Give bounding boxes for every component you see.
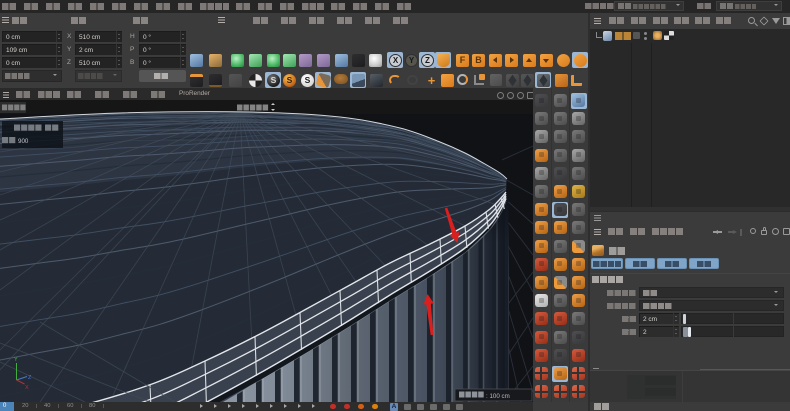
svg-text:X: X [25, 385, 29, 391]
svg-text:Y: Y [14, 357, 18, 363]
svg-text:: 100 cm: : 100 cm [486, 393, 510, 400]
svg-text:900: 900 [18, 138, 29, 145]
